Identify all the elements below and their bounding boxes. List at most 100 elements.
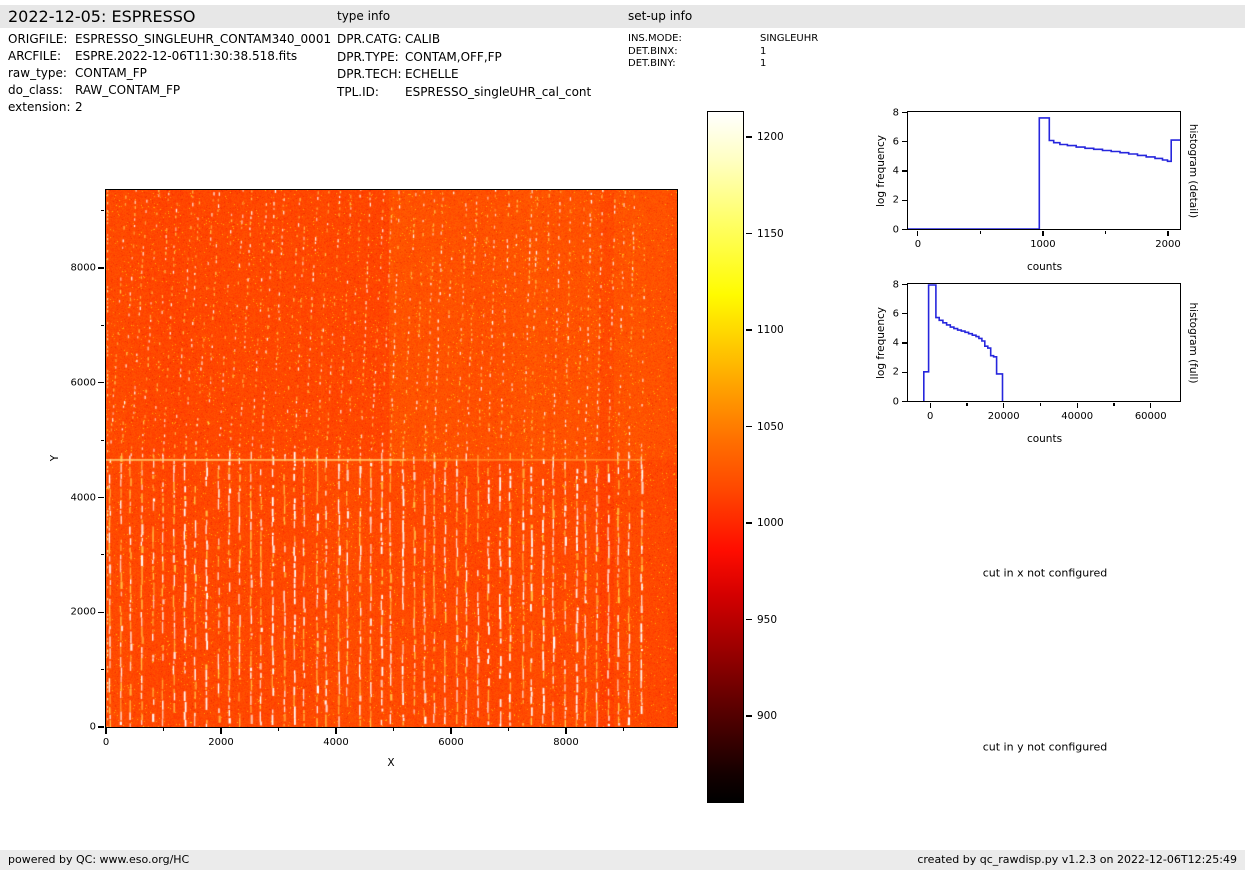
tick-label: 2 [893,195,899,206]
axis-tick [930,403,931,408]
axis-tick [1042,231,1043,236]
tick-label: 8 [893,107,899,118]
histogram-detail-plot [907,111,1181,230]
tick-label: 6 [893,136,899,147]
metadata-row: DPR.CATG:CALIB [337,31,591,49]
tick-label: 1200 [757,131,784,143]
footer-bar: powered by QC: www.eso.org/HC created by… [0,850,1245,870]
tick-label: 2000 [1155,239,1180,250]
metadata-row: extension:2 [8,99,331,116]
colorbar [707,111,744,803]
axis-tick [902,229,907,230]
setup-info-heading: set-up info [628,5,692,28]
metadata-label: do_class: [8,82,75,99]
qc-report-page: 2022-12-05: ESPRESSO type info set-up in… [0,0,1245,870]
hist-full-line [908,284,1180,401]
hist-detail-line [908,112,1180,229]
tick-label: 4000 [323,737,348,748]
axis-tick [1167,231,1168,236]
metadata-row: ORIGFILE:ESPRESSO_SINGLEUHR_CONTAM340_00… [8,31,331,48]
axis-tick [902,401,907,402]
metadata-label: TPL.ID: [337,84,405,102]
axis-tick [746,619,752,620]
axis-tick [966,403,967,406]
tick-label: X [387,757,394,769]
tick-label: histogram (full) [1187,303,1199,384]
axis-tick [101,669,104,670]
tick-label: 1000 [1030,239,1055,250]
metadata-row: raw_type:CONTAM_FP [8,65,331,82]
axis-tick [902,200,907,201]
metadata-row: DPR.TYPE:CONTAM,OFF,FP [337,49,591,67]
axis-tick [98,382,104,383]
tick-label: 0 [893,224,899,235]
tick-label: 40000 [1061,411,1093,422]
tick-label: log frequency [875,307,887,379]
raw-image-plot [105,189,678,728]
tick-label: 0 [915,239,921,250]
axis-tick [565,728,566,734]
tick-label: 0 [90,722,96,733]
axis-tick [1077,403,1078,408]
axis-tick [98,726,104,727]
axis-tick [902,170,907,171]
metadata-label: DET.BINY: [628,58,760,71]
metadata-value: ESPRESSO_singleUHR_cal_cont [405,84,591,102]
type-info-heading: type info [337,5,390,28]
tick-label: log frequency [875,135,887,207]
cut-x-message: cut in x not configured [983,567,1108,580]
axis-tick [1150,403,1151,408]
tick-label: 1000 [757,517,784,529]
axis-tick [98,612,104,613]
metadata-value: SINGLEUHR [760,33,818,46]
axis-tick [98,497,104,498]
metadata-value: CONTAM_FP [75,65,147,82]
type-info-block: DPR.CATG:CALIBDPR.TYPE:CONTAM,OFF,FPDPR.… [337,31,591,101]
tick-label: 1100 [757,324,784,336]
tick-label: 900 [757,710,777,722]
axis-tick [101,210,104,211]
metadata-row: INS.MODE:SINGLEUHR [628,33,818,46]
axis-tick [508,728,509,731]
setup-info-block: INS.MODE:SINGLEUHRDET.BINX:1DET.BINY:1 [628,33,818,71]
axis-tick [1105,231,1106,234]
raw-image-canvas [106,190,677,727]
metadata-value: 1 [760,46,766,59]
axis-tick [1040,403,1041,406]
axis-tick [746,426,752,427]
metadata-row: TPL.ID:ESPRESSO_singleUHR_cal_cont [337,84,591,102]
tick-label: 4000 [71,492,96,503]
tick-label: 6 [893,308,899,319]
metadata-row: DET.BINY:1 [628,58,818,71]
axis-tick [335,728,336,734]
metadata-row: DPR.TECH:ECHELLE [337,66,591,84]
axis-tick [902,141,907,142]
file-info-block: ORIGFILE:ESPRESSO_SINGLEUHR_CONTAM340_00… [8,31,331,116]
tick-label: 0 [103,737,109,748]
tick-label: 8000 [553,737,578,748]
cut-y-message: cut in y not configured [983,741,1108,754]
histogram-full-plot [907,283,1181,402]
tick-label: 2000 [208,737,233,748]
axis-tick [220,728,221,734]
metadata-label: raw_type: [8,65,75,82]
tick-label: 1050 [757,421,784,433]
metadata-label: ORIGFILE: [8,31,75,48]
tick-label: 0 [893,396,899,407]
metadata-row: do_class:RAW_CONTAM_FP [8,82,331,99]
metadata-row: DET.BINX:1 [628,46,818,59]
tick-label: 950 [757,614,777,626]
axis-tick [902,313,907,314]
tick-label: 4 [893,338,899,349]
metadata-label: ARCFILE: [8,48,75,65]
metadata-label: DPR.TYPE: [337,49,405,67]
tick-label: 8 [893,279,899,290]
tick-label: histogram (detail) [1187,124,1199,218]
metadata-value: ECHELLE [405,66,459,84]
tick-label: 0 [927,411,933,422]
axis-tick [917,231,918,236]
axis-tick [746,329,752,330]
tick-label: 2000 [71,607,96,618]
tick-label: 8000 [71,263,96,274]
axis-tick [1003,403,1004,408]
